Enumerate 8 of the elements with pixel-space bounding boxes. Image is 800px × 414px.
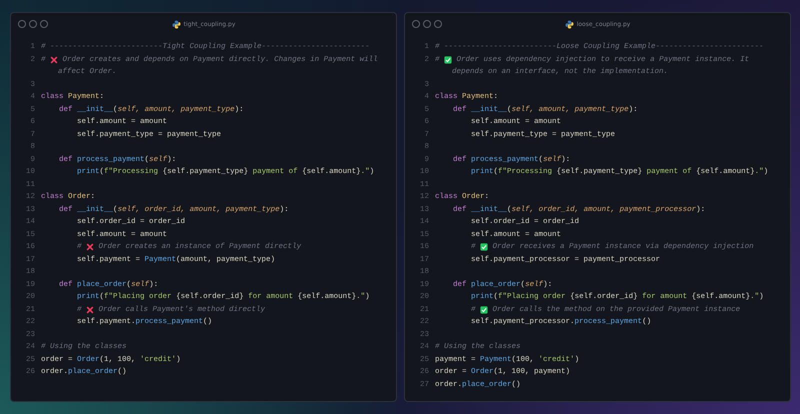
cross-icon: [50, 56, 58, 64]
check-icon: [444, 56, 452, 64]
python-logo-icon: [172, 20, 181, 28]
cross-icon: [86, 243, 94, 251]
cross-icon: [86, 306, 94, 314]
python-logo-icon: [564, 20, 574, 28]
check-icon: [480, 243, 488, 251]
check-icon: [480, 306, 488, 314]
